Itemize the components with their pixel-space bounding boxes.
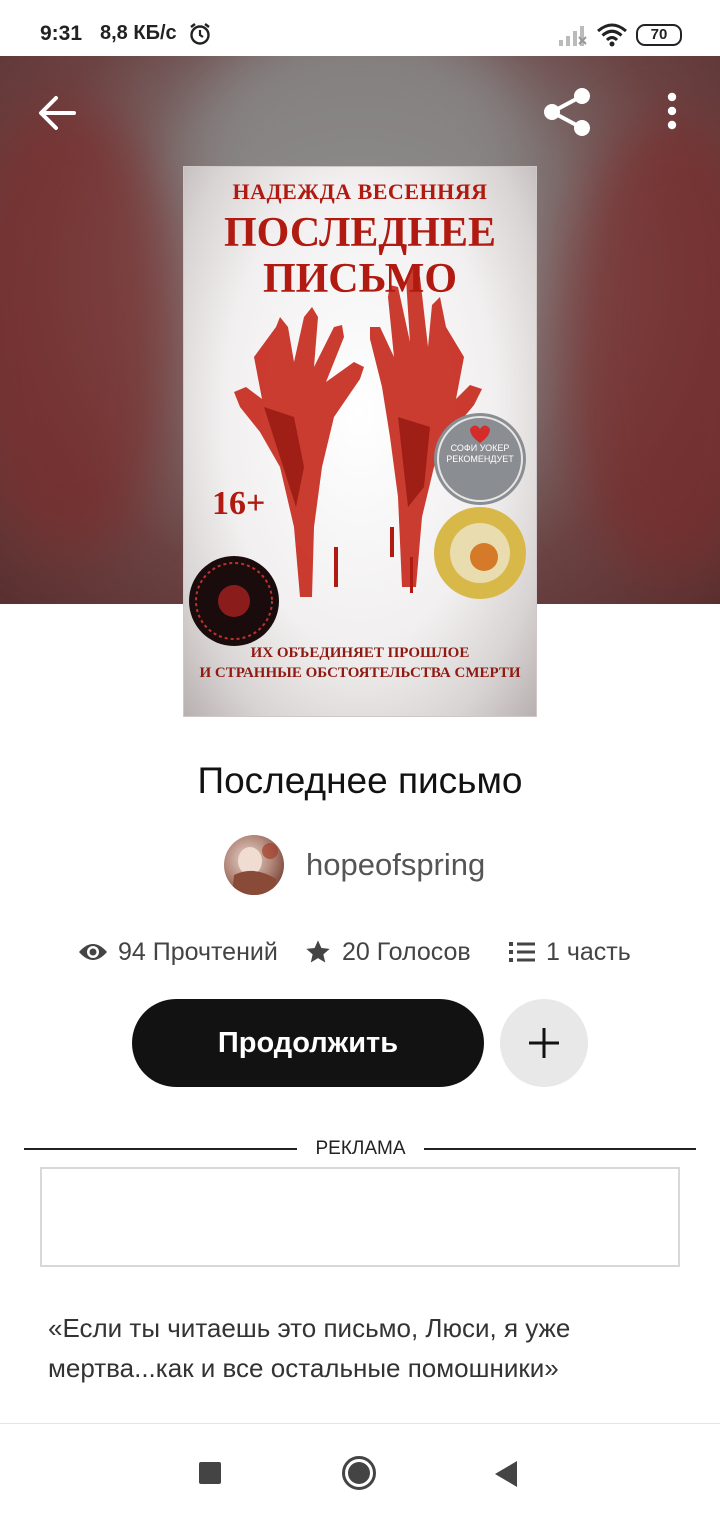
battery-icon: 70 [636,24,682,46]
system-nav-bar [0,1423,720,1521]
status-bar: 9:31 8,8 КБ/с 70 [0,0,720,56]
stat-parts-label: 1 часть [546,937,631,966]
ad-label: РЕКЛАМА [315,1138,406,1159]
hero-blur-shape [560,116,720,576]
recents-square-icon[interactable] [198,1461,222,1485]
avatar[interactable] [224,835,284,895]
alarm-icon [190,23,210,45]
book-stats: 94 Прочтений 20 Голосов 1 часть [0,932,720,972]
stat-votes: 20 Голосов [304,932,471,972]
cover-badge-text: СОФИ УОКЕР РЕКОМЕНДУЕТ [446,443,514,464]
stat-votes-label: 20 Голосов [342,937,471,966]
author-name[interactable]: hopeofspring [306,847,485,883]
cover-tagline-line2: И СТРАННЫЕ ОБСТОЯТЕЛЬСТВА СМЕРТИ [199,665,521,681]
cover-title-line1: ПОСЛЕДНЕЕ [223,210,497,256]
book-description: «Если ты читаешь это письмо, Люси, я уже… [48,1313,571,1383]
ad-divider-right [424,1148,696,1150]
wifi-icon [597,23,627,47]
home-circle-icon[interactable] [341,1455,377,1491]
eye-icon [79,944,107,960]
arrow-left-icon[interactable] [36,92,78,134]
cover-title-line2: ПИСЬМО [262,256,458,302]
cover-author: НАДЕЖДА ВЕСЕННЯЯ [232,179,488,204]
back-triangle-icon[interactable] [493,1460,519,1488]
book-cover[interactable]: НАДЕЖДА ВЕСЕННЯЯ ПОСЛЕДНЕЕ ПИСЬМО 16+ СО… [184,167,536,716]
avatar-image [232,843,278,895]
hero-blur-shape [0,96,180,556]
share-icon[interactable] [542,86,594,138]
status-time: 9:31 [40,22,83,45]
stat-reads-label: 94 Прочтений [118,937,278,966]
book-title: Последнее письмо [197,760,523,801]
author-link[interactable]: hopeofspring [224,834,485,896]
list-icon [509,942,535,962]
ad-banner[interactable] [40,1167,680,1267]
status-net-speed: 8,8 КБ/с [100,22,177,44]
continue-reading-button[interactable]: Продолжить [132,999,484,1087]
ad-divider-left [24,1148,297,1150]
stat-reads: 94 Прочтений [78,932,278,972]
star-icon [306,940,330,963]
plus-icon [529,1028,559,1058]
stat-parts: 1 часть [508,932,631,972]
signal-icon [559,26,587,46]
cover-tagline-line1: ИХ ОБЪЕДИНЯЕТ ПРОШЛОЕ [250,645,470,661]
add-to-library-button[interactable] [500,999,588,1087]
more-vertical-icon[interactable] [660,90,684,134]
cover-age-rating: 16+ [212,485,266,522]
